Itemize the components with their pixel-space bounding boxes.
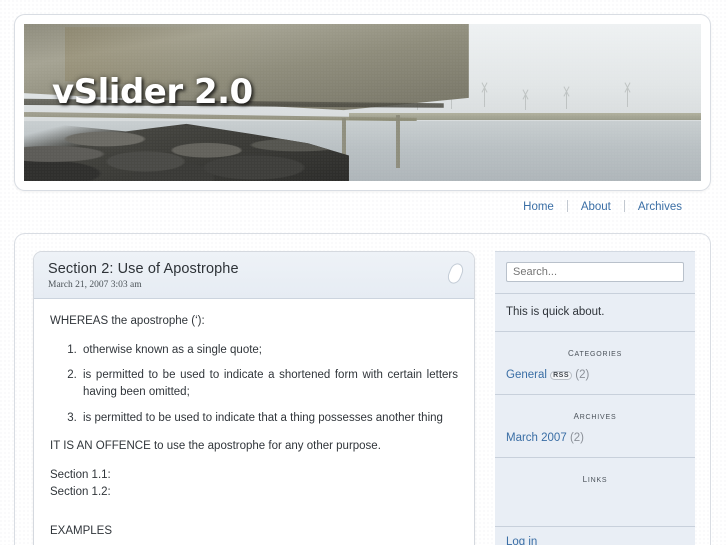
post-intro: WHEREAS the apostrophe (‘):: [50, 315, 205, 327]
categories-list: General RSS (2): [506, 369, 684, 381]
primary-navigation: Home About Archives: [14, 200, 711, 222]
list-item: General RSS (2): [506, 369, 684, 381]
categories-heading: Categories: [567, 345, 623, 359]
sidebar-search-section: [495, 252, 695, 294]
main-container: Section 2: Use of Apostrophe March 21, 2…: [14, 233, 711, 545]
site-title: vSlider 2.0: [52, 72, 253, 112]
post-examples-heading: EXAMPLES: [50, 525, 112, 538]
sidebar-categories-section: Categories General RSS (2): [495, 332, 695, 395]
pencil-icon[interactable]: [445, 261, 466, 286]
post-body: WHEREAS the apostrophe (‘): otherwise kn…: [34, 299, 474, 545]
post-section-1-1: Section 1.1:: [50, 469, 111, 482]
meta-list: Log in: [506, 536, 684, 545]
nav-item-archives[interactable]: Archives: [625, 201, 695, 213]
sidebar-archives-section: Archives March 2007 (2): [495, 395, 695, 458]
post-section-1-2: Section 1.2:: [50, 485, 111, 498]
sidebar: This is quick about. Categories General …: [495, 251, 695, 545]
sidebar-links-section: Links: [495, 458, 695, 527]
sidebar-about-section: This is quick about.: [495, 294, 695, 332]
post-date: March 21, 2007 3:03 am: [48, 280, 142, 290]
list-item: otherwise known as a single quote;: [80, 342, 458, 359]
banner-image: vSlider 2.0: [24, 24, 701, 181]
site-banner: vSlider 2.0: [14, 14, 711, 191]
list-item: is permitted to be used to indicate that…: [80, 410, 458, 427]
search-input[interactable]: [506, 262, 684, 282]
page-root: vSlider 2.0 Home About Archives Section 2:…: [0, 0, 727, 545]
login-link[interactable]: Log in: [506, 536, 537, 545]
wind-turbine-icon: [626, 88, 628, 108]
archive-link-march-2007[interactable]: March 2007: [506, 432, 567, 444]
post-offence: IT IS AN OFFENCE to use the apostrophe f…: [50, 440, 381, 453]
category-link-general[interactable]: General: [506, 369, 547, 381]
list-item: is permitted to be used to indicate a sh…: [80, 367, 458, 400]
post-header: Section 2: Use of Apostrophe March 21, 2…: [34, 252, 474, 299]
pencil-nib: [445, 261, 466, 286]
wind-turbine-icon: [565, 91, 567, 109]
post-article: Section 2: Use of Apostrophe March 21, 2…: [33, 251, 475, 545]
post-title: Section 2: Use of Apostrophe: [48, 261, 239, 277]
nav-item-about[interactable]: About: [568, 201, 624, 213]
rss-icon[interactable]: RSS: [550, 371, 573, 380]
archives-heading: Archives: [573, 408, 617, 422]
links-list: [506, 495, 684, 517]
wind-turbine-icon: [484, 88, 486, 108]
archives-list: March 2007 (2): [506, 432, 684, 444]
banner-pillar: [396, 115, 401, 169]
category-count: (2): [575, 369, 590, 381]
links-heading: Links: [582, 471, 608, 485]
post-clause-list: otherwise known as a single quote; is pe…: [50, 342, 458, 427]
wind-turbine-icon: [524, 94, 526, 110]
content-column: Section 2: Use of Apostrophe March 21, 2…: [15, 234, 490, 545]
list-item: Log in: [506, 536, 684, 545]
sidebar-meta-section: Log in: [495, 527, 695, 545]
nav-item-home[interactable]: Home: [510, 201, 567, 213]
archive-count: (2): [569, 432, 584, 444]
list-item: March 2007 (2): [506, 432, 684, 444]
